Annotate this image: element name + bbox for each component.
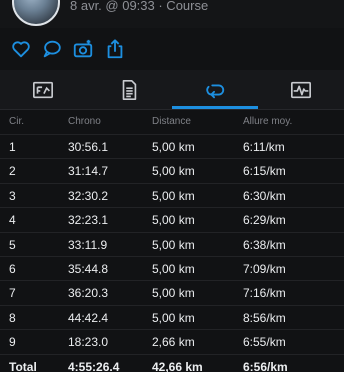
- table-row[interactable]: 2 31:14.7 5,00 km 6:15/km: [0, 158, 344, 182]
- activity-header: 8 avr. @ 09:33 · Course: [0, 0, 344, 28]
- table-row[interactable]: 3 32:30.2 5,00 km 6:30/km: [0, 182, 344, 207]
- header-distance: Distance: [152, 116, 191, 127]
- table-row[interactable]: 8 44:42.4 5,00 km 8:56/km: [0, 304, 344, 329]
- tab-graphs[interactable]: [258, 70, 344, 110]
- action-bar: [0, 34, 344, 64]
- laps-icon: [206, 84, 225, 99]
- summary-icon: [33, 81, 53, 99]
- document-icon: [122, 80, 137, 100]
- tab-details[interactable]: [86, 70, 172, 110]
- table-row[interactable]: 1 30:56.1 5,00 km 6:11/km: [0, 134, 344, 158]
- activity-subtitle: 8 avr. @ 09:33 · Course: [70, 0, 209, 13]
- graph-icon: [291, 81, 311, 99]
- tab-laps[interactable]: [172, 70, 258, 110]
- like-icon[interactable]: [10, 38, 32, 60]
- table-row[interactable]: 6 35:44.8 5,00 km 7:09/km: [0, 255, 344, 280]
- avatar[interactable]: [12, 0, 60, 26]
- camera-icon[interactable]: [72, 38, 94, 60]
- header-pace: Allure moy.: [243, 116, 293, 127]
- table-total-row: Total 4:55:26.4 42,66 km 6:56/km: [0, 353, 344, 372]
- table-header: Cir. Chrono Distance Allure moy.: [0, 110, 344, 134]
- table-row[interactable]: 4 32:23.1 5,00 km 6:29/km: [0, 207, 344, 231]
- laps-table: Cir. Chrono Distance Allure moy. 1 30:56…: [0, 110, 344, 372]
- comment-icon[interactable]: [41, 38, 63, 60]
- header-time: Chrono: [68, 116, 101, 127]
- table-row[interactable]: 7 36:20.3 5,00 km 7:16/km: [0, 280, 344, 304]
- tab-overview[interactable]: [0, 70, 86, 110]
- active-tab-indicator: [172, 106, 258, 109]
- table-row[interactable]: 9 18:23.0 2,66 km 6:55/km: [0, 329, 344, 353]
- share-icon[interactable]: [104, 38, 126, 60]
- table-row[interactable]: 5 33:11.9 5,00 km 6:38/km: [0, 231, 344, 256]
- tab-bar: [0, 70, 344, 110]
- header-lap: Cir.: [9, 116, 24, 127]
